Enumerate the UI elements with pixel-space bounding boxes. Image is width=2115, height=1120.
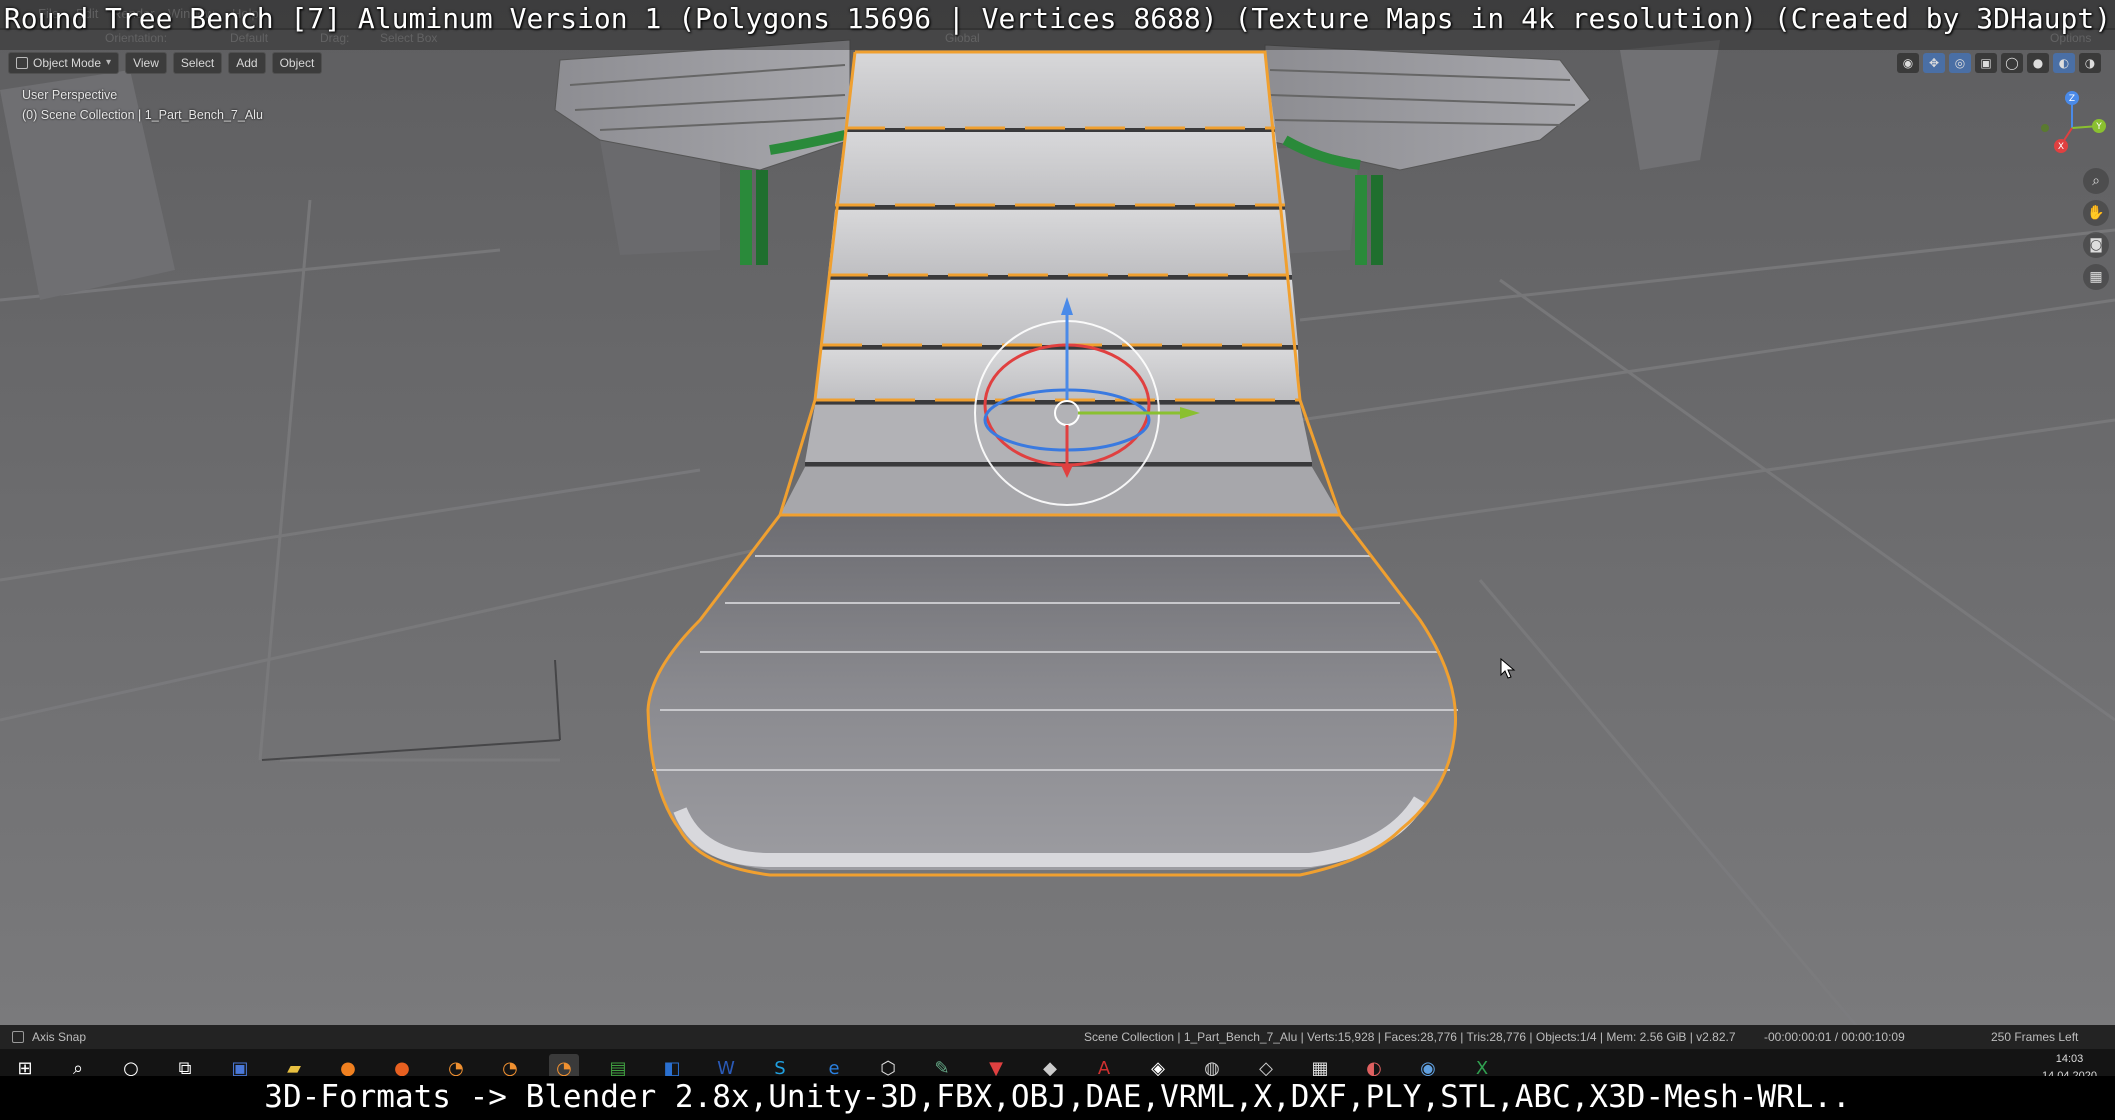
playback-time: -00:00:00:01 / 00:00:10:09 bbox=[1764, 1030, 1905, 1044]
mouse-cursor-icon bbox=[1500, 658, 1516, 679]
mode-label: Object Mode bbox=[33, 56, 102, 70]
clock-time: 14:03 bbox=[2055, 1053, 2084, 1065]
axis-y-label: Y bbox=[2095, 122, 2102, 132]
status-bar: Axis Snap Scene Collection | 1_Part_Benc… bbox=[0, 1025, 2115, 1049]
visibility-icon[interactable]: ◉ bbox=[1897, 53, 1919, 73]
viewport-scene bbox=[0, 0, 2115, 1030]
status-left: Axis Snap bbox=[12, 1025, 86, 1049]
formats-caption: 3D-Formats -> Blender 2.8x,Unity-3D,FBX,… bbox=[0, 1076, 2115, 1120]
pan-hand-icon[interactable]: ✋ bbox=[2083, 200, 2109, 226]
active-collection-label: (0) Scene Collection | 1_Part_Bench_7_Al… bbox=[22, 108, 263, 122]
snap-icon bbox=[12, 1031, 24, 1043]
3d-viewport[interactable] bbox=[0, 0, 2115, 1030]
overlay-toggle-icon[interactable]: ◎ bbox=[1949, 53, 1971, 73]
grid-ortho-icon[interactable]: ▦ bbox=[2083, 264, 2109, 290]
object-mode-icon bbox=[16, 57, 28, 69]
material-shading-icon[interactable]: ◐ bbox=[2053, 53, 2075, 73]
scene-statistics: Scene Collection | 1_Part_Bench_7_Alu | … bbox=[1084, 1030, 1736, 1044]
bench-backrest bbox=[780, 52, 1340, 515]
add-menu[interactable]: Add bbox=[228, 52, 266, 74]
view-menu[interactable]: View bbox=[125, 52, 167, 74]
object-menu[interactable]: Object bbox=[271, 52, 323, 74]
solid-shading-icon[interactable]: ● bbox=[2027, 53, 2049, 73]
rendered-shading-icon[interactable]: ◑ bbox=[2079, 53, 2101, 73]
viewport-header-right: ◉ ✥ ◎ ▣ ◯ ● ◐ ◑ bbox=[1897, 52, 2101, 74]
navigation-tools: ⌕ ✋ ◙ ▦ bbox=[2083, 168, 2109, 290]
navigation-gizmo[interactable]: Z Y X bbox=[2037, 88, 2107, 160]
bench-seat bbox=[646, 513, 1458, 877]
wireframe-shading-icon[interactable]: ◯ bbox=[2001, 53, 2023, 73]
gizmo-toggle-icon[interactable]: ✥ bbox=[1923, 53, 1945, 73]
viewport-header: Object Mode ▾ View Select Add Object bbox=[8, 52, 323, 74]
select-menu[interactable]: Select bbox=[172, 52, 223, 74]
xray-icon[interactable]: ▣ bbox=[1975, 53, 1997, 73]
video-title-caption: Round Tree Bench [7] Aluminum Version 1 … bbox=[3, 2, 2112, 35]
viewport-info: User Perspective (0) Scene Collection | … bbox=[22, 85, 263, 125]
camera-icon[interactable]: ◙ bbox=[2083, 232, 2109, 258]
axis-x-label: X bbox=[2058, 142, 2064, 152]
frames-left: 250 Frames Left bbox=[1991, 1030, 2079, 1044]
screen: File Edit Render Window Help Orientation… bbox=[0, 0, 2115, 1120]
mode-dropdown[interactable]: Object Mode ▾ bbox=[8, 52, 120, 74]
chevron-down-icon: ▾ bbox=[106, 57, 112, 68]
axis-z-label: Z bbox=[2069, 94, 2075, 104]
axis-snap-label: Axis Snap bbox=[32, 1030, 87, 1044]
perspective-label: User Perspective bbox=[22, 88, 118, 102]
zoom-icon[interactable]: ⌕ bbox=[2083, 168, 2109, 194]
